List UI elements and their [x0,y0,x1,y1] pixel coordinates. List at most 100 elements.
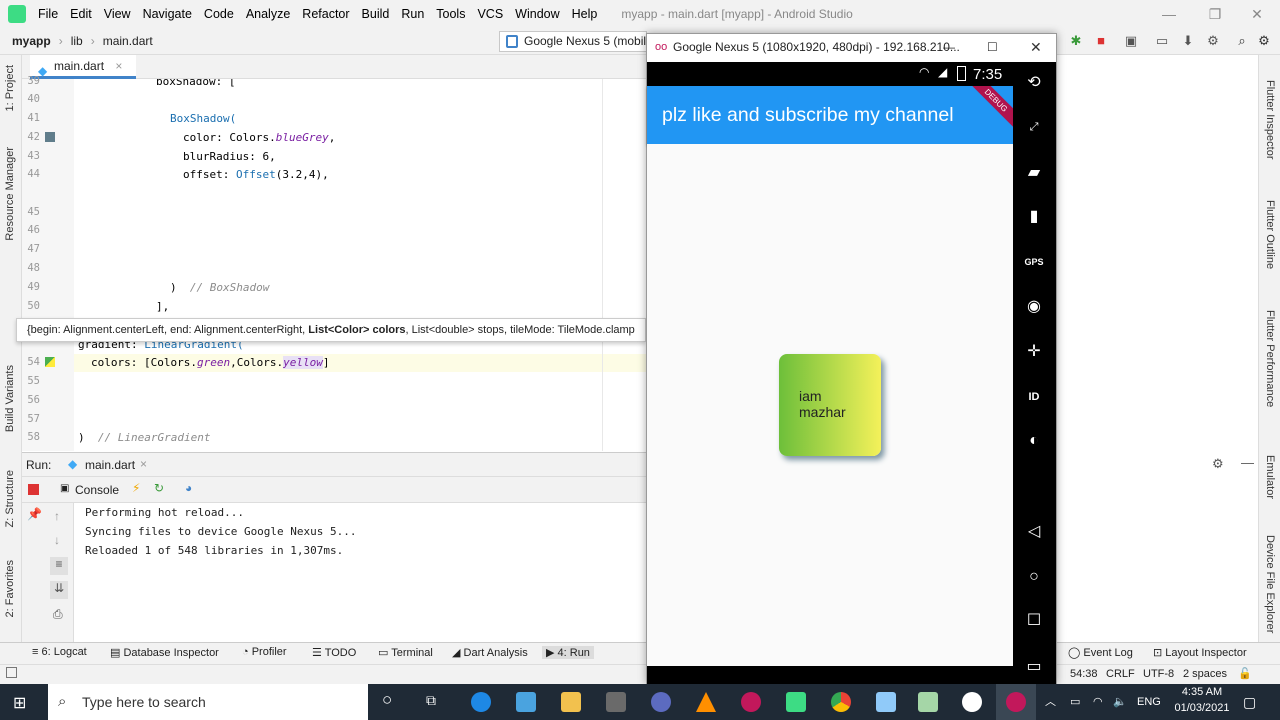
battery-icon[interactable]: ▮ [1021,204,1047,230]
tab-flutter-outline[interactable]: Flutter Outline [1264,200,1276,269]
breadcrumb-folder[interactable]: lib [67,34,87,48]
breadcrumb-project[interactable]: myapp [8,34,55,48]
menu-run[interactable]: Run [395,7,430,21]
home-icon[interactable]: ○ [1021,564,1047,590]
menu-refactor[interactable]: Refactor [296,7,355,21]
hide-panel-icon[interactable]: — [1241,455,1254,470]
close-icon[interactable]: ✕ [1234,0,1280,28]
mail-icon[interactable] [516,692,536,712]
tab-build-variants[interactable]: Build Variants [4,365,16,432]
breadcrumb-file[interactable]: main.dart [99,34,157,48]
battery-tray-icon[interactable]: ▭ [1070,684,1080,720]
menu-file[interactable]: File [32,7,64,21]
color-swatch-bluegrey[interactable] [45,132,55,142]
word-icon[interactable] [962,692,982,712]
settings-icon[interactable]: ⚙ [1256,33,1272,49]
restore-icon[interactable]: ❐ [1192,0,1238,28]
tool-dart-analysis[interactable]: ◢ Dart Analysis [452,646,528,659]
tool-terminal[interactable]: ▭ Terminal [378,646,433,659]
sdk-icon[interactable]: ⬇ [1180,33,1196,49]
network-icon[interactable]: ◠ [1093,684,1103,720]
show-hidden-icons-icon[interactable]: ︿ [1045,684,1056,720]
close-run-tab-icon[interactable]: × [140,457,147,471]
vlc-icon[interactable] [696,692,716,712]
tool-profiler[interactable]: ◔ Profiler [242,646,287,658]
avd-icon[interactable]: ▭ [1154,33,1170,49]
console-tab[interactable]: Console [75,483,119,497]
scroll-up-icon[interactable]: ↑ [54,509,60,523]
edge-icon[interactable] [471,692,491,712]
maximize-icon[interactable]: ☐ [987,34,998,60]
back-icon[interactable]: ◁ [1021,519,1047,545]
tab-emulator[interactable]: Emulator [1264,455,1276,499]
fullscreen-icon[interactable]: ⤢ [1021,114,1047,140]
volume-icon[interactable]: ◐ [1021,428,1047,454]
lock-icon[interactable]: 🔓 [1238,667,1252,680]
gradient-swatch[interactable] [45,357,55,367]
search-icon[interactable]: ⌕ [1234,33,1250,49]
id-icon[interactable]: ID [1021,384,1047,410]
tab-project[interactable]: 1: Project [4,65,16,111]
editor-tab-main-dart[interactable]: ◆ main.dart × [30,55,136,79]
minimize-icon[interactable]: — [943,34,955,60]
print-icon[interactable]: ⎙ [53,607,63,622]
tool-todo[interactable]: ☰ TODO [312,646,356,659]
menu-navigate[interactable]: Navigate [137,7,198,21]
tab-resource-manager[interactable]: Resource Manager [4,147,16,241]
hot-restart-icon[interactable]: ↻ [154,481,164,495]
scroll-to-end-icon[interactable]: ⇊ [50,581,68,599]
task-view-icon[interactable]: ⧉ [426,692,436,709]
indent-setting[interactable]: 2 spaces [1183,668,1227,680]
rotate-icon[interactable]: ⟲ [1021,70,1047,96]
scroll-down-icon[interactable]: ↓ [54,533,60,547]
windows-start-icon[interactable]: ⊞ [13,693,26,713]
dpad-icon[interactable]: ✛ [1021,339,1047,365]
device-screen[interactable]: ◠ ◢ 7:35 plz like and subscribe my chann… [647,62,1013,684]
chrome-icon[interactable] [831,692,851,712]
tab-favorites[interactable]: 2: Favorites [4,560,16,617]
emulator-app-icon[interactable] [741,692,761,712]
device-manager-icon[interactable]: ⚙ [1205,33,1221,49]
recents-icon[interactable]: ☐ [1021,608,1047,634]
caret-position[interactable]: 54:38 [1070,668,1098,680]
event-log[interactable]: ◯ Event Log [1068,646,1133,659]
project-structure-icon[interactable]: ▣ [1123,33,1139,49]
gps-icon[interactable]: GPS [1021,249,1047,275]
menu-vcs[interactable]: VCS [471,7,509,21]
tool-run[interactable]: ▶ 4: Run [542,646,594,659]
menu-edit[interactable]: Edit [64,7,98,21]
stop-icon[interactable] [28,484,39,495]
store-icon[interactable] [606,692,626,712]
menu-view[interactable]: View [98,7,137,21]
tool-logcat[interactable]: ≡ 6: Logcat [32,646,87,658]
clock-date[interactable]: 01/03/2021 [1172,702,1232,714]
taskbar-search-input[interactable]: ⌕ Type here to search [48,684,368,720]
emulator-app-icon-active[interactable] [1006,692,1026,712]
hot-reload-icon[interactable]: ⚡ [132,481,140,495]
cortana-icon[interactable]: ○ [382,690,392,710]
tab-structure[interactable]: Z: Structure [4,470,16,527]
android-studio-icon[interactable] [786,692,806,712]
layout-inspector[interactable]: ⊡ Layout Inspector [1153,646,1247,659]
code-editor[interactable]: boxShadow: [ BoxShadow( color: Colors.bl… [74,79,646,451]
tab-device-file-explorer[interactable]: Device File Explorer [1264,535,1276,633]
stop-icon[interactable]: ■ [1093,33,1109,49]
file-explorer-icon[interactable] [561,692,581,712]
debug-icon[interactable]: ✱ [1068,33,1084,49]
menu-analyze[interactable]: Analyze [240,7,296,21]
close-tab-icon[interactable]: × [115,59,122,73]
devtools-icon[interactable]: ◕ [185,481,192,495]
menu-build[interactable]: Build [356,7,396,21]
run-config-select[interactable]: Google Nexus 5 (mobile) [499,31,647,52]
close-icon[interactable]: ✕ [1030,34,1042,60]
notifications-icon[interactable]: ▢ [1243,684,1256,720]
pin-icon[interactable]: 📌 [27,507,42,521]
menu-icon[interactable]: ▭ [1021,654,1047,680]
clock-time[interactable]: 4:35 AM [1172,686,1232,698]
language-indicator[interactable]: ENG [1137,684,1161,720]
screenshot-icon[interactable]: ▰ [1021,160,1047,186]
soft-wrap-icon[interactable]: ≡ [50,557,68,575]
run-tab-main-dart[interactable]: main.dart [85,458,135,472]
minimize-icon[interactable]: — [1146,0,1192,28]
menu-help[interactable]: Help [566,7,604,21]
